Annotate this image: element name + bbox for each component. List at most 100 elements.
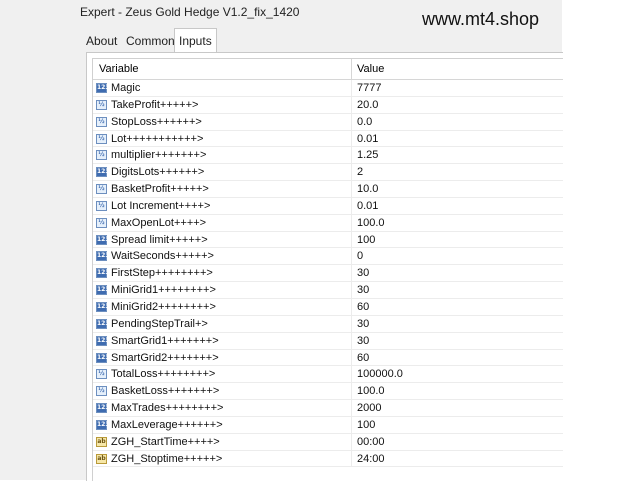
variable-value[interactable]: 0 <box>357 250 363 262</box>
integer-type-icon: 123 <box>96 234 110 245</box>
watermark-text: www.mt4.shop <box>422 9 540 29</box>
cell-divider <box>351 416 352 433</box>
variable-value[interactable]: 100000.0 <box>357 368 403 380</box>
variable-value[interactable]: 0.01 <box>357 200 378 212</box>
cell-divider <box>351 147 352 164</box>
variable-name: StopLoss++++++> <box>111 115 202 128</box>
cell-divider <box>351 298 352 315</box>
table-row[interactable]: ½ StopLoss++++++> 0.0 <box>93 113 563 131</box>
variable-value[interactable]: 10.0 <box>357 183 378 195</box>
table-row[interactable]: 123 Spread limit+++++> 100 <box>93 231 563 249</box>
string-type-icon: ab <box>96 453 107 464</box>
cell-divider <box>351 113 352 130</box>
variable-value[interactable]: 00:00 <box>357 436 385 448</box>
table-row[interactable]: ½ BasketProfit+++++> 10.0 <box>93 181 563 198</box>
double-type-icon: ½ <box>96 99 107 110</box>
double-type-icon: ½ <box>96 200 107 211</box>
double-type-icon: ½ <box>96 184 107 195</box>
variable-name: MaxOpenLot++++> <box>111 216 207 229</box>
variable-value[interactable]: 30 <box>357 335 369 347</box>
variable-value[interactable]: 100 <box>357 234 375 246</box>
variable-value[interactable]: 20.0 <box>357 99 378 111</box>
variable-name: DigitsLots++++++> <box>111 166 205 179</box>
double-type-icon: ½ <box>96 386 107 397</box>
column-header-variable[interactable]: Variable <box>99 63 139 75</box>
variable-value[interactable]: 1.25 <box>357 149 378 161</box>
integer-type-icon: 123 <box>96 403 110 414</box>
variable-value[interactable]: 100.0 <box>357 385 385 397</box>
variable-name: TotalLoss++++++++> <box>111 368 216 381</box>
variable-value[interactable]: 30 <box>357 284 369 296</box>
tab-common[interactable]: Common <box>122 31 179 52</box>
table-row[interactable]: 123 WaitSeconds+++++> 0 <box>93 248 563 266</box>
variable-name: Lot+++++++++++> <box>111 132 204 145</box>
variable-name: ZGH_StartTime++++> <box>111 435 220 448</box>
integer-type-icon: 123 <box>96 251 110 262</box>
variable-name: MaxLeverage++++++> <box>111 418 223 431</box>
table-row[interactable]: 123 MaxTrades++++++++> 2000 <box>93 400 563 417</box>
table-row[interactable]: ½ Lot Increment++++> 0.01 <box>93 197 563 215</box>
cell-divider <box>351 197 352 214</box>
integer-type-icon: 123 <box>96 335 110 346</box>
variable-value[interactable]: 7777 <box>357 82 381 94</box>
variable-name: MiniGrid2++++++++> <box>111 300 216 313</box>
variable-name: Magic <box>111 82 141 94</box>
table-row[interactable]: 123 MiniGrid1++++++++> 30 <box>93 282 563 299</box>
table-row[interactable]: 123 SmartGrid2+++++++> 60 <box>93 349 563 367</box>
integer-type-icon: 123 <box>96 285 110 296</box>
table-row[interactable]: 123 MaxLeverage++++++> 100 <box>93 416 563 434</box>
variable-name: WaitSeconds+++++> <box>111 250 214 263</box>
cell-divider <box>351 248 352 265</box>
cell-divider <box>351 282 352 298</box>
variable-value[interactable]: 60 <box>357 301 369 313</box>
tab-inputs[interactable]: Inputs <box>174 28 217 53</box>
tab-about[interactable]: About <box>82 31 122 52</box>
variable-value[interactable]: 24:00 <box>357 453 385 465</box>
table-row[interactable]: 123 Magic 7777 <box>93 80 563 97</box>
table-row[interactable]: ½ Lot+++++++++++> 0.01 <box>93 130 563 148</box>
variable-name: FirstStep++++++++> <box>111 267 213 280</box>
variable-value[interactable]: 2000 <box>357 402 381 414</box>
variable-value[interactable]: 30 <box>357 318 369 330</box>
integer-type-icon: 123 <box>96 419 110 430</box>
variable-name: Spread limit+++++> <box>111 233 208 246</box>
variable-value[interactable]: 60 <box>357 352 369 364</box>
variable-value[interactable]: 0.0 <box>357 116 372 128</box>
column-header-value[interactable]: Value <box>357 63 384 75</box>
cell-divider <box>351 383 352 400</box>
double-type-icon: ½ <box>96 116 107 127</box>
variable-value[interactable]: 100 <box>357 419 375 431</box>
string-type-icon: ab <box>96 436 107 447</box>
variable-name: MaxTrades++++++++> <box>111 402 224 415</box>
integer-type-icon: 123 <box>96 83 110 93</box>
table-row[interactable]: ½ TakeProfit+++++> 20.0 <box>93 96 563 114</box>
double-type-icon: ½ <box>96 217 107 228</box>
table-row[interactable]: ab ZGH_Stoptime+++++> 24:00 <box>93 450 563 468</box>
variable-name: PendingStepTrail+> <box>111 317 208 330</box>
cell-divider <box>351 96 352 113</box>
double-type-icon: ½ <box>96 133 107 144</box>
variable-value[interactable]: 30 <box>357 267 369 279</box>
table-row[interactable]: ½ BasketLoss+++++++> 100.0 <box>93 383 563 401</box>
variable-name: Lot Increment++++> <box>111 199 211 212</box>
table-row[interactable]: 123 PendingStepTrail+> 30 <box>93 315 563 333</box>
table-row[interactable]: ½ TotalLoss++++++++> 100000.0 <box>93 366 563 384</box>
variable-value[interactable]: 2 <box>357 166 363 178</box>
cell-divider <box>351 332 352 349</box>
variable-name: multiplier+++++++> <box>111 149 207 162</box>
table-row[interactable]: 123 FirstStep++++++++> 30 <box>93 265 563 283</box>
table-row[interactable]: 123 SmartGrid1+++++++> 30 <box>93 332 563 350</box>
variable-value[interactable]: 0.01 <box>357 133 378 145</box>
table-body: 123 Magic 7777 ½ TakeProfit+++++> 20.0 ½ StopLo… <box>93 80 563 468</box>
variable-value[interactable]: 100.0 <box>357 217 385 229</box>
cell-divider <box>351 130 352 147</box>
integer-type-icon: 123 <box>96 318 110 329</box>
table-row[interactable]: ½ multiplier+++++++> 1.25 <box>93 147 563 165</box>
table-row[interactable]: ab ZGH_StartTime++++> 00:00 <box>93 433 563 451</box>
window-title: Expert - Zeus Gold Hedge V1.2_fix_1420 <box>80 5 300 19</box>
table-row[interactable]: ½ MaxOpenLot++++> 100.0 <box>93 214 563 232</box>
column-divider[interactable] <box>351 59 352 79</box>
table-row[interactable]: 123 DigitsLots++++++> 2 <box>93 164 563 182</box>
table-row[interactable]: 123 MiniGrid2++++++++> 60 <box>93 298 563 316</box>
cell-divider <box>351 433 352 450</box>
